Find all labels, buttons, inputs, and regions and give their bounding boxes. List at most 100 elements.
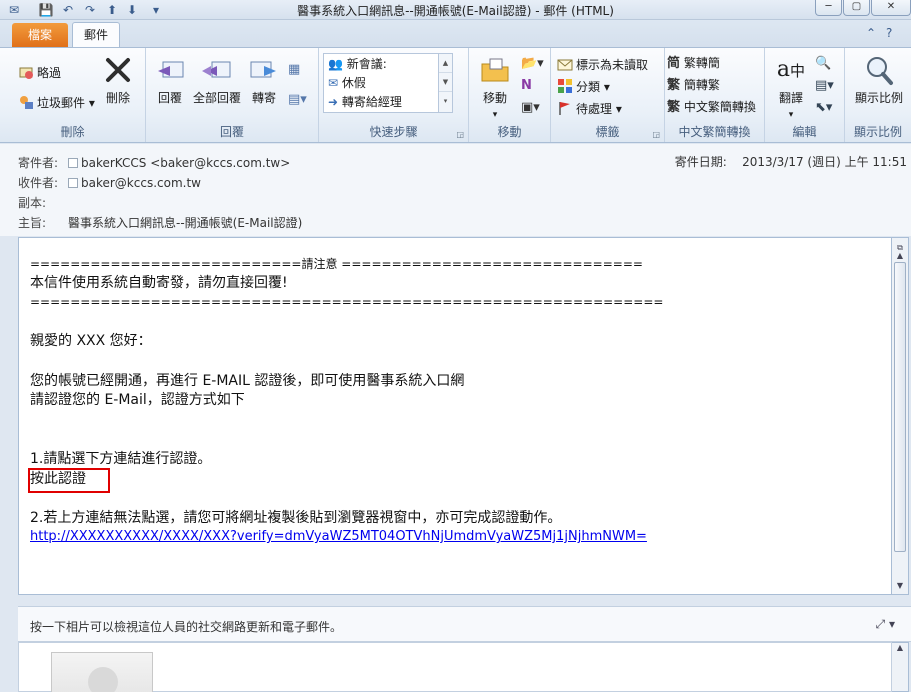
quicksteps-gallery: 👥 新會議: ✉ 休假 ➜ 轉寄給經理 ▲ ▼ ▾: [323, 53, 453, 113]
subject-row: 主旨: 醫事系統入口網訊息--開通帳號(E-Mail認證): [18, 213, 302, 233]
trad-to-simp-button[interactable]: 简 繁轉簡: [667, 54, 720, 72]
body-scrollbar[interactable]: ⧉ ▲ ▼: [892, 237, 909, 595]
move-button[interactable]: 移動 ▾: [473, 54, 517, 120]
contact-status-icon: [68, 178, 78, 188]
follow-up-button[interactable]: 待處理 ▾: [557, 100, 622, 118]
simp-trad-icon: 繁: [667, 78, 681, 93]
to-row: 收件者: baker@kccs.com.tw: [18, 173, 201, 193]
actions-icon[interactable]: ▣▾: [521, 100, 540, 115]
reply-button[interactable]: 回覆: [148, 54, 192, 106]
step2-text: 2.若上方連結無法點選，請您可將網址複製後貼到瀏覽器視窗中，亦可完成認證動作。: [30, 510, 562, 526]
maximize-button[interactable]: ▢: [843, 0, 870, 16]
meeting-reply-icon[interactable]: ▦: [288, 62, 300, 77]
to-value[interactable]: baker@kccs.com.tw: [81, 176, 201, 190]
forward-button[interactable]: 轉寄: [242, 54, 286, 106]
expand-pane-icon[interactable]: ⤢ ▾: [876, 617, 895, 632]
tab-message[interactable]: 郵件: [72, 22, 120, 48]
translate-button[interactable]: a中 翻譯 ▾: [769, 54, 813, 120]
chinese-group-label: 中文繁簡轉換: [678, 125, 751, 139]
sent-date: 寄件日期: 2013/3/17 (週日) 上午 11:51: [675, 153, 907, 170]
people-pane: [18, 642, 892, 692]
chinese-convert-button[interactable]: 繁 中文繁簡轉換: [667, 98, 756, 116]
onenote-icon[interactable]: N: [521, 78, 532, 93]
people-pane-scrollbar[interactable]: ▲: [892, 642, 909, 692]
scroll-up-arrow-icon[interactable]: ▲: [897, 643, 903, 652]
ignore-button[interactable]: 略過: [18, 64, 61, 82]
expand-gallery-icon[interactable]: ▾: [439, 92, 452, 111]
account-opened-text: 您的帳號已經開通，再進行 E-MAIL 認證後，即可使用醫事系統入口網: [30, 373, 465, 389]
more-respond-icon[interactable]: ▤▾: [288, 92, 307, 107]
ignore-icon: [19, 67, 33, 79]
categorize-icon: [558, 79, 572, 93]
select-icon[interactable]: ⬉▾: [815, 100, 832, 115]
close-button[interactable]: ✕: [871, 0, 911, 16]
greeting: 親愛的 XXX 您好：: [30, 333, 152, 349]
avatar[interactable]: [51, 652, 153, 692]
scroll-down-arrow-icon[interactable]: ▼: [892, 578, 908, 594]
tab-file[interactable]: 檔案: [12, 23, 68, 47]
find-icon[interactable]: 🔍: [815, 56, 831, 71]
auto-send-notice: 本信件使用系統自動寄發，請勿直接回覆!: [30, 275, 288, 291]
window-title: 醫事系統入口網訊息--開通帳號(E-Mail認證) - 郵件 (HTML): [297, 4, 614, 18]
subject-value: 醫事系統入口網訊息--開通帳號(E-Mail認證): [68, 216, 303, 230]
rules-icon[interactable]: 📂▾: [521, 56, 544, 71]
contact-status-icon: [68, 158, 78, 168]
tags-group-label: 標籤: [595, 125, 620, 139]
zoom-group: 顯示比例 顯示比例: [845, 48, 911, 142]
categorize-button[interactable]: 分類 ▾: [557, 78, 610, 96]
from-row: 寄件者: bakerKCCS <baker@kccs.com.tw>: [18, 153, 290, 173]
delete-group-label: 刪除: [60, 125, 85, 139]
quickstep-new-meeting[interactable]: 👥 新會議:: [328, 55, 387, 73]
quickstep-vacation[interactable]: ✉ 休假: [328, 74, 366, 92]
chinese-conversion-group: 简 繁轉簡 繁 簡轉繁 繁 中文繁簡轉換 中文繁簡轉換: [665, 48, 765, 142]
social-connector-bar: 按一下相片可以檢視這位人員的社交網路更新和電子郵件。 ⤢ ▾: [18, 606, 911, 642]
collapse-ribbon-icon[interactable]: ⌃: [866, 26, 876, 40]
respond-group: 回覆 全部回覆 轉寄 ▦ ▤▾ 回覆: [146, 48, 319, 142]
zoom-button[interactable]: 顯示比例: [851, 54, 907, 106]
quicksteps-group: 👥 新會議: ✉ 休假 ➜ 轉寄給經理 ▲ ▼ ▾ 快速步驟 ◲: [319, 48, 469, 142]
editing-group: a中 翻譯 ▾ 🔍 ▤▾ ⬉▾ 編輯: [765, 48, 845, 142]
title-bar: ✉ 💾 ↶ ↷ ⬆ ⬇ ▾ 醫事系統入口網訊息--開通帳號(E-Mail認證) …: [0, 0, 911, 20]
junk-icon: [20, 96, 33, 109]
quickstep-to-manager[interactable]: ➜ 轉寄給經理: [328, 93, 402, 111]
reply-all-icon: [202, 61, 231, 78]
delete-group: 略過 垃圾郵件 ▾ 刪除 刪除: [0, 48, 146, 142]
subject-label: 主旨:: [18, 216, 47, 230]
delete-button[interactable]: 刪除: [96, 54, 140, 106]
reply-all-button[interactable]: 全部回覆: [192, 54, 242, 106]
mark-unread-button[interactable]: 標示為未讀取: [557, 56, 648, 74]
scroll-up-icon[interactable]: ▲: [439, 54, 452, 73]
trad-simp-icon: 简: [667, 56, 681, 71]
forward-icon: [250, 61, 276, 78]
respond-group-label: 回覆: [219, 125, 244, 139]
simp-to-trad-button[interactable]: 繁 簡轉繁: [667, 76, 720, 94]
junk-button[interactable]: 垃圾郵件 ▾: [18, 94, 95, 112]
help-icon[interactable]: ?: [886, 26, 892, 40]
minimize-button[interactable]: ─: [815, 0, 842, 16]
vacation-mail-icon: ✉: [328, 76, 339, 90]
translate-icon: a中: [776, 57, 806, 82]
magnifier-icon: [867, 57, 893, 85]
move-folder-icon: [481, 58, 509, 82]
cc-row: 副本:: [18, 193, 68, 213]
tags-dialog-launcher-icon[interactable]: ◲: [652, 130, 660, 139]
ribbon: 略過 垃圾郵件 ▾ 刪除 刪除 回覆 全部回覆 轉寄 ▦ ▤▾ 回覆 👥 新會議…: [0, 47, 911, 143]
scrollbar-thumb[interactable]: [894, 262, 906, 552]
mark-unread-icon: [557, 59, 573, 71]
cc-label: 副本:: [18, 196, 47, 210]
dialog-launcher-icon[interactable]: ◲: [456, 130, 464, 139]
from-label: 寄件者:: [18, 156, 59, 170]
team-icon: 👥: [328, 57, 343, 71]
from-value[interactable]: bakerKCCS <baker@kccs.com.tw>: [81, 156, 290, 170]
person-silhouette-icon: [88, 667, 118, 692]
related-icon[interactable]: ▤▾: [815, 78, 834, 93]
delete-x-icon: [106, 58, 130, 82]
verify-url-link[interactable]: http://XXXXXXXXXX/XXXX/XXX?verify=dmVyaW…: [30, 528, 647, 546]
flag-icon: [559, 102, 570, 115]
forward-mail-icon: ➜: [328, 95, 339, 109]
sent-value: 2013/3/17 (週日) 上午 11:51: [742, 155, 907, 169]
convert-icon: 繁: [667, 100, 681, 115]
scroll-down-icon[interactable]: ▼: [439, 73, 452, 92]
social-connector-text: 按一下相片可以檢視這位人員的社交網路更新和電子郵件。: [30, 620, 343, 634]
quicksteps-scroll[interactable]: ▲ ▼ ▾: [438, 54, 452, 112]
